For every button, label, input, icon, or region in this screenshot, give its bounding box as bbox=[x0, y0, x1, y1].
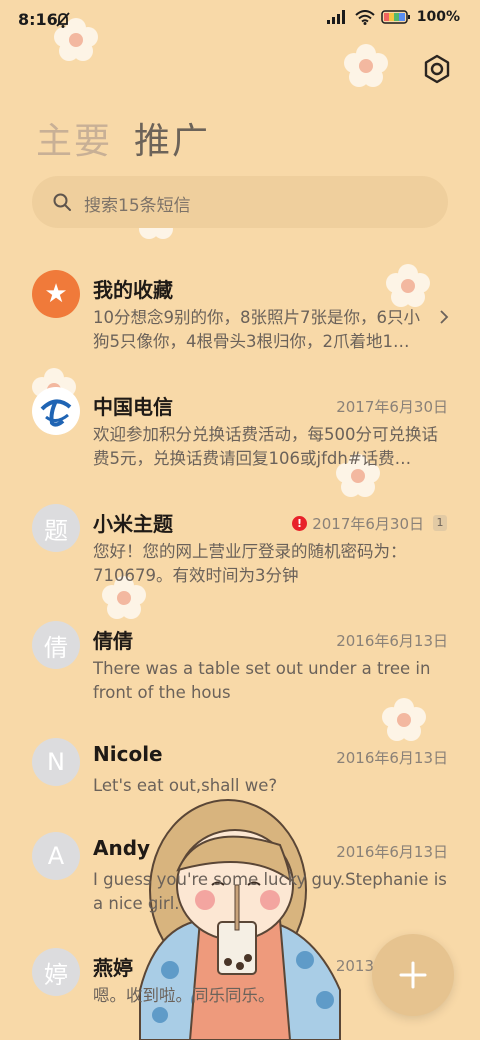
bell-off-icon bbox=[56, 12, 70, 28]
message-tabs: 主要 推广 bbox=[36, 112, 210, 164]
status-time: 8:16 bbox=[18, 10, 58, 29]
decorative-flower bbox=[344, 44, 388, 88]
conversation-preview: Let's eat out,shall we? bbox=[93, 776, 278, 795]
conversation-name: 倩倩 bbox=[93, 629, 133, 653]
avatar: 倩 bbox=[32, 621, 80, 669]
conversation-preview: 您好！您的网上营业厅登录的随机密码为：710679。有效时间为3分钟 bbox=[93, 542, 407, 585]
tab-main[interactable]: 主要 bbox=[36, 112, 112, 164]
conversation-date: 2016年6月13日 bbox=[336, 749, 448, 767]
conversation-name: 小米主题 bbox=[93, 512, 173, 536]
conversation-row[interactable]: A Andy 2016年6月13日 I guess you're some lu… bbox=[0, 824, 480, 940]
conversation-date: 2016年6月13日 bbox=[336, 843, 448, 861]
plus-icon bbox=[399, 961, 427, 989]
avatar: N bbox=[32, 738, 80, 786]
conversation-row[interactable]: 倩 倩倩 2016年6月13日 There was a table set ou… bbox=[0, 613, 480, 730]
conversation-list: ★ 我的收藏 10分想念9别的你，8张照片7张是你，6只小狗5只像你，4根骨头3… bbox=[0, 262, 480, 1030]
message-count-badge: 1 bbox=[433, 515, 447, 531]
conversation-name: 我的收藏 bbox=[93, 278, 173, 302]
status-bar: 8:16 100% bbox=[0, 0, 480, 42]
conversation-date: 2017年6月30日 bbox=[312, 515, 424, 533]
battery-icon bbox=[380, 10, 410, 24]
search-placeholder: 搜索15条短信 bbox=[84, 196, 191, 216]
wifi-icon bbox=[355, 9, 375, 25]
search-input[interactable]: 搜索15条短信 bbox=[32, 176, 448, 228]
tab-promotions[interactable]: 推广 bbox=[134, 112, 210, 164]
search-icon bbox=[53, 193, 71, 211]
conversation-row-favorites[interactable]: ★ 我的收藏 10分想念9别的你，8张照片7张是你，6只小狗5只像你，4根骨头3… bbox=[0, 262, 480, 379]
conversation-preview: 10分想念9别的你，8张照片7张是你，6只小狗5只像你，4根骨头3根归你，2爪着… bbox=[93, 308, 420, 351]
conversation-preview: 欢迎参加积分兑换话费活动，每500分可兑换话费5元，兑换话费请回复106或jfd… bbox=[93, 425, 438, 468]
avatar: 题 bbox=[32, 504, 80, 552]
star-icon: ★ bbox=[32, 270, 80, 318]
conversation-name: 燕婷 bbox=[93, 956, 133, 980]
chevron-right-icon bbox=[440, 310, 449, 324]
china-telecom-logo bbox=[32, 387, 80, 435]
conversation-row[interactable]: 中国电信 2017年6月30日 欢迎参加积分兑换话费活动，每500分可兑换话费5… bbox=[0, 379, 480, 496]
signal-icon bbox=[326, 10, 345, 24]
avatar: 婷 bbox=[32, 948, 80, 996]
conversation-row[interactable]: 题 小米主题 ! 2017年6月30日 1 您好！您的网上营业厅登录的随机密码为… bbox=[0, 496, 480, 613]
battery-percent: 100% bbox=[416, 9, 460, 25]
conversation-date: 2017年6月30日 bbox=[336, 398, 448, 416]
china-telecom-logo-icon bbox=[40, 399, 72, 427]
conversation-date: 2016年6月13日 bbox=[336, 632, 448, 650]
conversation-date: 2013 bbox=[335, 957, 374, 975]
conversation-name: Nicole bbox=[93, 742, 163, 766]
conversation-row[interactable]: N Nicole 2016年6月13日 Let's eat out,shall … bbox=[0, 730, 480, 824]
warning-icon: ! bbox=[292, 516, 307, 531]
avatar: A bbox=[32, 832, 80, 880]
conversation-name: 中国电信 bbox=[93, 395, 173, 419]
conversation-preview: I guess you're some lucky guy.Stephanie … bbox=[93, 870, 447, 913]
gear-icon[interactable] bbox=[420, 52, 454, 86]
conversation-preview: There was a table set out under a tree i… bbox=[93, 659, 431, 702]
conversation-name: Andy bbox=[93, 836, 151, 860]
new-message-button[interactable] bbox=[372, 934, 454, 1016]
